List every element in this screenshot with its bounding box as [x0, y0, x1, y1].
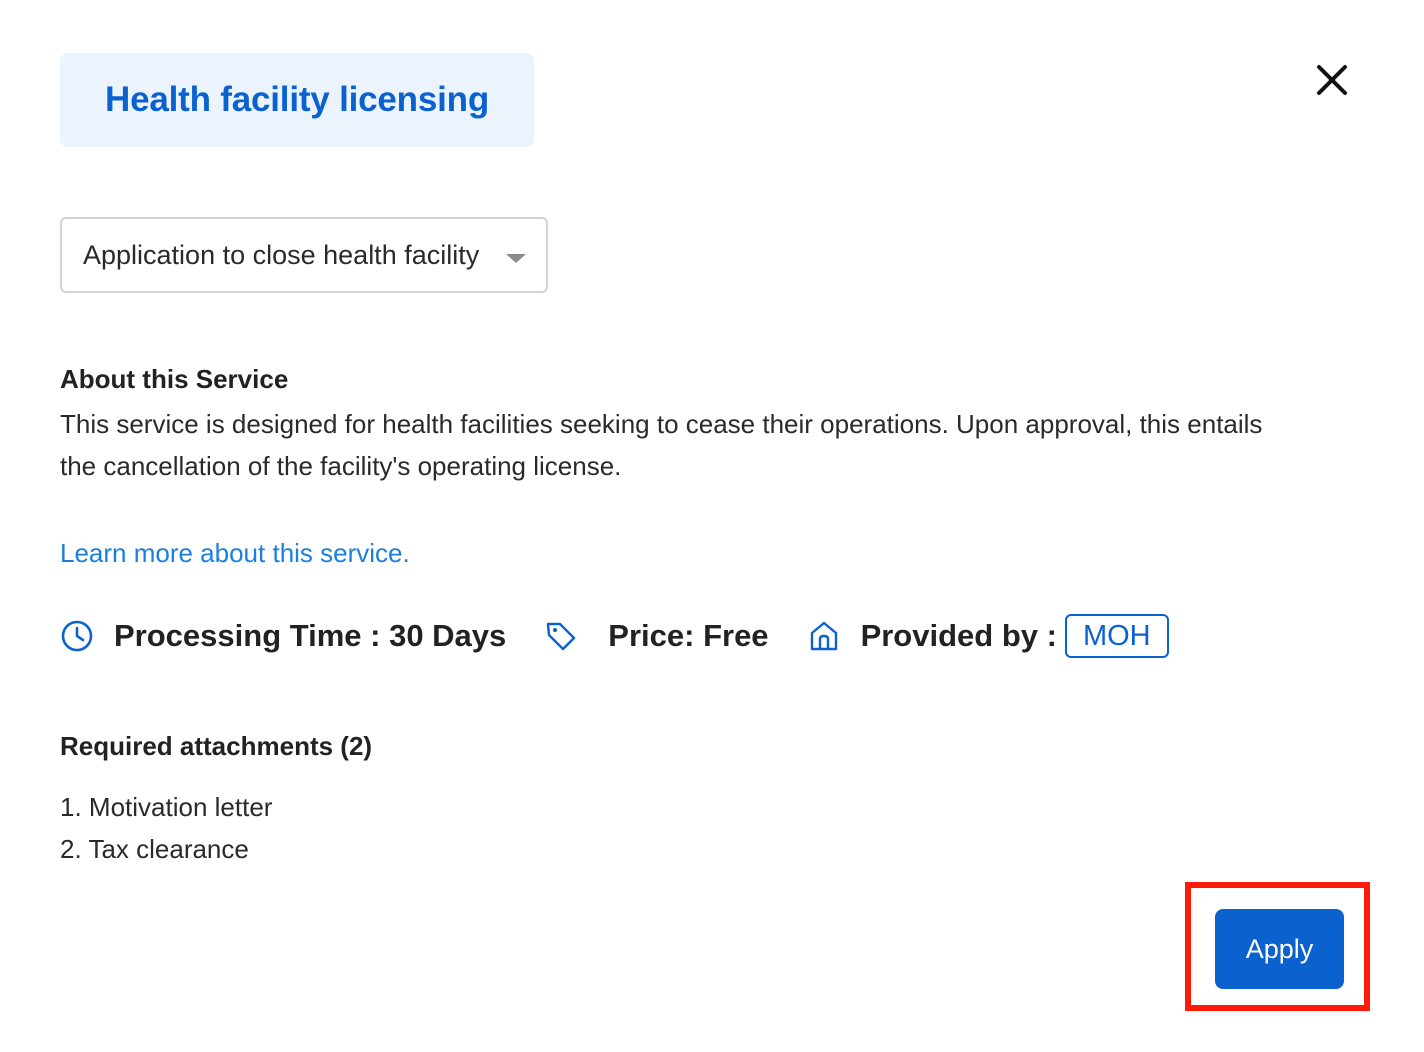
service-select-value: Application to close health facility [83, 239, 480, 270]
clock-icon [60, 619, 94, 653]
chevron-down-icon [506, 254, 526, 263]
close-icon [1317, 65, 1347, 95]
about-description: This service is designed for health faci… [60, 409, 1263, 481]
processing-time-label: Processing Time : 30 Days [114, 618, 507, 653]
provider-label: Provided by : [860, 618, 1057, 653]
apply-button[interactable]: Apply [1215, 909, 1344, 989]
list-item: 2. Tax clearance [60, 834, 249, 864]
list-item: 1. Motivation letter [60, 792, 273, 822]
service-meta-row: Processing Time : 30 Days Price: Free Pr… [60, 612, 1169, 660]
attachments-title: Required attachments (2) [60, 731, 373, 761]
service-detail-dialog: Health facility licensing Application to… [0, 0, 1424, 1052]
price: Price: Free [544, 618, 769, 654]
provider: Provided by : MOH [807, 614, 1169, 658]
about-title: About this Service [60, 364, 289, 394]
home-icon [807, 619, 841, 653]
provider-tag: MOH [1064, 614, 1169, 658]
learn-more-link[interactable]: Learn more about this service. [60, 538, 410, 569]
category-label: Health facility licensing [105, 80, 489, 119]
attachments-list: 1. Motivation letter 2. Tax clearance [60, 786, 272, 870]
price-label: Price: Free [608, 618, 769, 653]
price-tag-icon [544, 619, 578, 653]
close-button[interactable] [1308, 56, 1356, 104]
processing-time: Processing Time : 30 Days [60, 618, 506, 654]
service-select[interactable]: Application to close health facility [60, 217, 548, 293]
category-badge: Health facility licensing [60, 53, 534, 147]
